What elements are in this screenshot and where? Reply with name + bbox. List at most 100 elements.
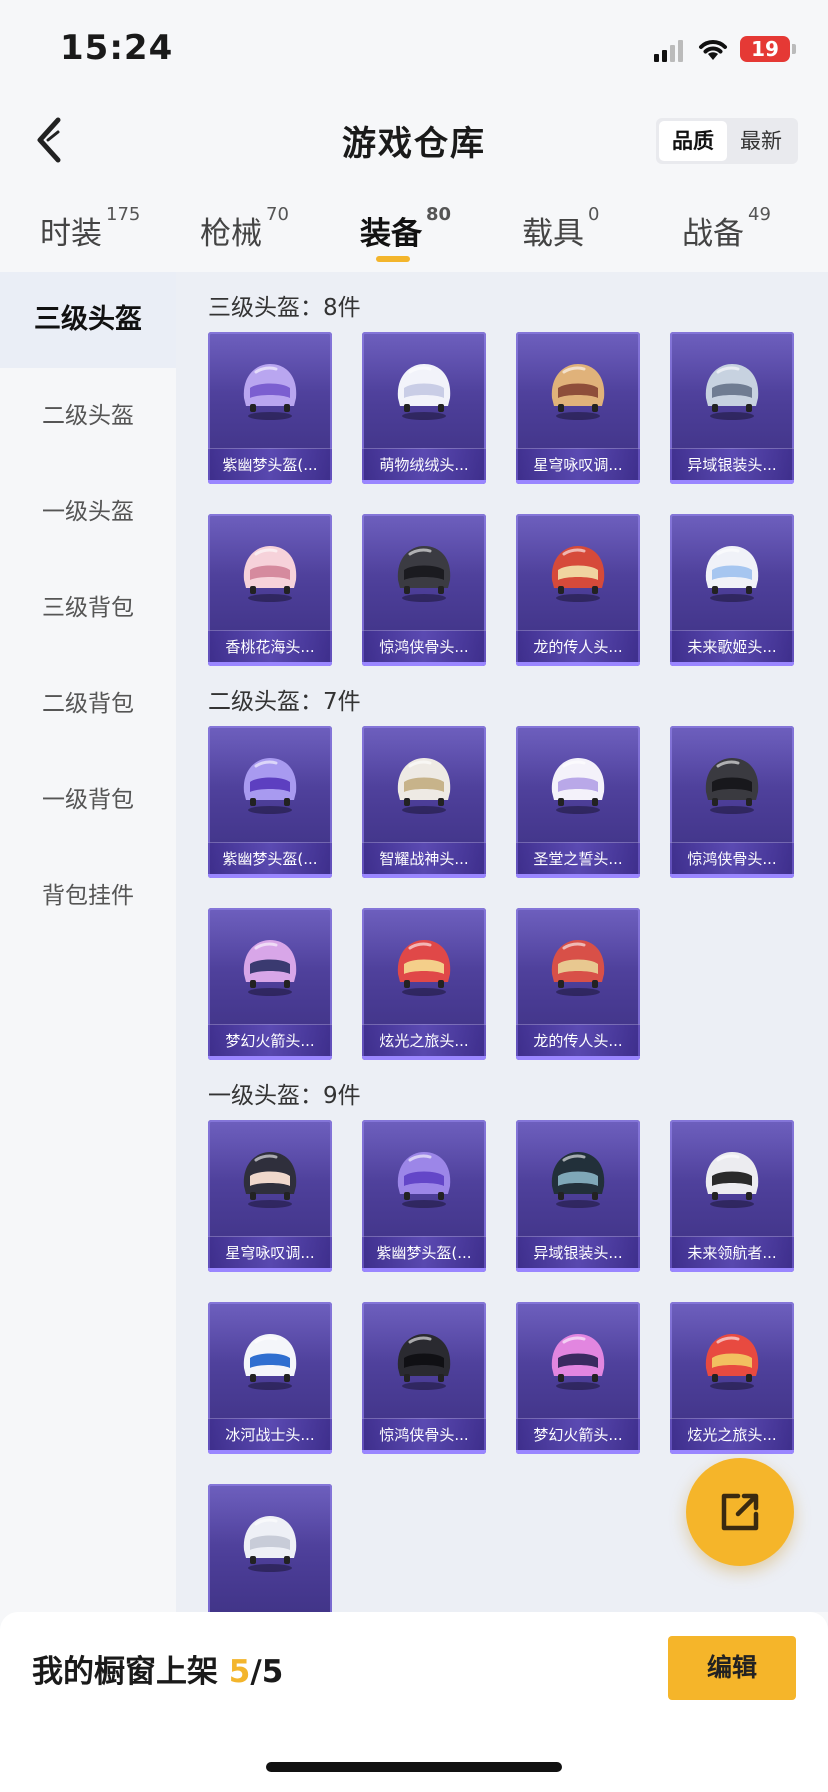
item-name: 冰河战士头... xyxy=(208,1418,332,1450)
status-bar: 15:24 19 xyxy=(0,0,828,96)
helmet-icon xyxy=(705,364,759,420)
item-card[interactable]: 梦幻火箭头... xyxy=(208,908,332,1060)
item-card[interactable]: 龙的传人头... xyxy=(516,908,640,1060)
item-card[interactable]: 冰河战士头... xyxy=(208,1302,332,1454)
home-indicator xyxy=(266,1762,562,1772)
helmet-icon xyxy=(551,1152,605,1208)
helmet-icon xyxy=(551,364,605,420)
item-name: 炫光之旅头... xyxy=(670,1418,794,1450)
rarity-bar xyxy=(516,1268,640,1272)
item-name: 龙的传人头... xyxy=(516,1024,640,1056)
helmet-icon xyxy=(243,1334,297,1390)
tab-equipment[interactable]: 装备80 xyxy=(360,204,451,253)
item-card[interactable]: 惊鸿侠骨头... xyxy=(362,1302,486,1454)
item-name: 萌物绒绒头... xyxy=(362,448,486,480)
item-name: 香桃花海头... xyxy=(208,630,332,662)
tab-label: 载具 xyxy=(522,216,584,252)
rarity-bar xyxy=(670,874,794,878)
tab-guns[interactable]: 枪械70 xyxy=(200,204,289,253)
helmet-icon xyxy=(397,940,451,996)
item-card[interactable]: 异域银装头... xyxy=(670,332,794,484)
item-card[interactable]: 龙的传人头... xyxy=(516,514,640,666)
item-card[interactable]: 异域银装头... xyxy=(516,1120,640,1272)
item-card[interactable]: 炫光之旅头... xyxy=(670,1302,794,1454)
showcase-label-text: 我的橱窗上架 xyxy=(32,1654,218,1690)
tab-supplies[interactable]: 战备49 xyxy=(682,204,771,253)
item-name: 龙的传人头... xyxy=(516,630,640,662)
item-card[interactable]: 星穹咏叹调... xyxy=(516,332,640,484)
tab-vehicles[interactable]: 载具0 xyxy=(522,204,599,253)
item-card[interactable]: 圣堂之誓头... xyxy=(516,726,640,878)
item-card[interactable] xyxy=(208,1484,332,1612)
share-button[interactable] xyxy=(686,1458,794,1566)
item-card[interactable]: 梦幻火箭头... xyxy=(516,1302,640,1454)
active-tab-indicator xyxy=(376,256,410,262)
helmet-icon xyxy=(551,758,605,814)
rarity-bar xyxy=(516,662,640,666)
helmet-icon xyxy=(397,1334,451,1390)
share-external-icon xyxy=(721,1493,759,1531)
battery-icon: 19 xyxy=(740,36,790,62)
tab-fashion[interactable]: 时装175 xyxy=(40,204,140,253)
tab-label: 装备 xyxy=(360,216,422,252)
helmet-icon xyxy=(243,1516,297,1572)
helmet-icon xyxy=(551,1334,605,1390)
sidebar: 三级头盔 二级头盔 一级头盔 三级背包 二级背包 一级背包 背包挂件 xyxy=(0,272,176,1612)
item-name: 异域银装头... xyxy=(516,1236,640,1268)
rarity-bar xyxy=(208,662,332,666)
item-name: 惊鸿侠骨头... xyxy=(670,842,794,874)
sidebar-item-level1-helmet[interactable]: 一级头盔 xyxy=(0,464,176,560)
rarity-bar xyxy=(362,1450,486,1454)
showcase-total-count: /5 xyxy=(250,1654,284,1690)
item-name: 未来领航者... xyxy=(670,1236,794,1268)
item-card[interactable]: 惊鸿侠骨头... xyxy=(362,514,486,666)
item-card[interactable]: 炫光之旅头... xyxy=(362,908,486,1060)
sidebar-item-level2-backpack[interactable]: 二级背包 xyxy=(0,656,176,752)
item-card[interactable]: 惊鸿侠骨头... xyxy=(670,726,794,878)
item-card[interactable]: 未来歌姬头... xyxy=(670,514,794,666)
rarity-bar xyxy=(208,1268,332,1272)
group-title-level1: 一级头盔：9件 xyxy=(208,1083,361,1109)
item-card[interactable]: 紫幽梦头盔(... xyxy=(208,332,332,484)
sort-by-quality-button[interactable]: 品质 xyxy=(659,121,727,161)
item-card[interactable]: 未来领航者... xyxy=(670,1120,794,1272)
item-name: 紫幽梦头盔(... xyxy=(362,1236,486,1268)
item-name: 星穹咏叹调... xyxy=(208,1236,332,1268)
rarity-bar xyxy=(208,874,332,878)
item-name: 惊鸿侠骨头... xyxy=(362,1418,486,1450)
item-card[interactable]: 香桃花海头... xyxy=(208,514,332,666)
tab-label: 战备 xyxy=(682,216,744,252)
tab-count: 70 xyxy=(266,204,289,225)
tab-count: 49 xyxy=(748,204,771,225)
edit-button[interactable]: 编辑 xyxy=(668,1636,796,1700)
helmet-icon xyxy=(243,940,297,996)
sort-by-newest-button[interactable]: 最新 xyxy=(727,121,795,161)
showcase-count-label: 我的橱窗上架 5/5 xyxy=(32,1646,283,1691)
item-name: 圣堂之誓头... xyxy=(516,842,640,874)
tab-count: 80 xyxy=(426,204,452,225)
sidebar-item-level1-backpack[interactable]: 一级背包 xyxy=(0,752,176,848)
tab-label: 枪械 xyxy=(200,216,262,252)
sidebar-item-level2-helmet[interactable]: 二级头盔 xyxy=(0,368,176,464)
group-title-level3: 三级头盔：8件 xyxy=(208,295,361,321)
item-card[interactable]: 紫幽梦头盔(... xyxy=(208,726,332,878)
sidebar-item-level3-backpack[interactable]: 三级背包 xyxy=(0,560,176,656)
item-card[interactable]: 星穹咏叹调... xyxy=(208,1120,332,1272)
item-grid: 三级头盔：8件 二级头盔：7件 一级头盔：9件 紫幽梦头盔(... 萌物绒绒头..… xyxy=(176,272,828,1612)
rarity-bar xyxy=(362,1268,486,1272)
item-card[interactable]: 智耀战神头... xyxy=(362,726,486,878)
rarity-bar xyxy=(362,480,486,484)
rarity-bar xyxy=(362,662,486,666)
rarity-bar xyxy=(670,480,794,484)
sidebar-item-level3-helmet[interactable]: 三级头盔 xyxy=(0,272,176,368)
sidebar-item-backpack-charm[interactable]: 背包挂件 xyxy=(0,848,176,944)
tab-label: 时装 xyxy=(40,216,102,252)
group-title-level2: 二级头盔：7件 xyxy=(208,689,361,715)
item-card[interactable]: 萌物绒绒头... xyxy=(362,332,486,484)
status-time: 15:24 xyxy=(60,28,174,68)
rarity-bar xyxy=(670,1450,794,1454)
item-name: 惊鸿侠骨头... xyxy=(362,630,486,662)
item-name: 未来歌姬头... xyxy=(670,630,794,662)
helmet-icon xyxy=(243,758,297,814)
item-card[interactable]: 紫幽梦头盔(... xyxy=(362,1120,486,1272)
